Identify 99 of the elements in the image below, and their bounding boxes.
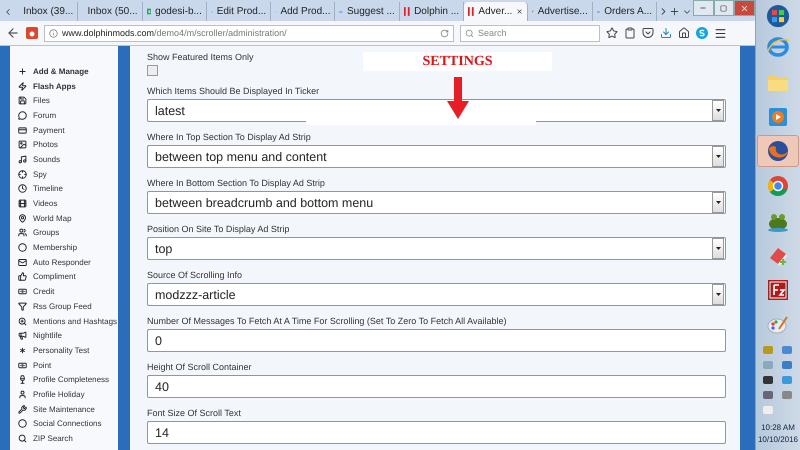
search-icon xyxy=(465,28,474,38)
star-icon[interactable] xyxy=(606,27,618,39)
sidebar-item[interactable]: Flash Apps xyxy=(18,78,118,94)
sidebar-item[interactable]: ZIP Search xyxy=(18,431,118,446)
field-label: Show Featured Items Only xyxy=(147,52,254,62)
field-label: Where In Top Section To Display Ad Strip xyxy=(147,132,311,142)
search-field[interactable]: Search xyxy=(460,24,600,42)
maximize-icon xyxy=(720,4,728,12)
card-icon xyxy=(18,126,27,135)
clipboard-icon[interactable] xyxy=(624,27,636,39)
clock-date[interactable]: 10/10/2016 xyxy=(758,435,798,444)
maximize-button[interactable] xyxy=(714,0,734,16)
input-field[interactable]: 0 xyxy=(147,329,726,352)
banknote-icon xyxy=(18,360,27,370)
input-field[interactable]: 14 xyxy=(147,421,726,444)
circle-icon xyxy=(18,419,27,428)
people-icon xyxy=(18,228,27,238)
browser-tab[interactable]: Adver... xyxy=(464,2,528,21)
download-icon[interactable] xyxy=(660,27,672,39)
fox-globe-icon xyxy=(766,139,790,164)
sidebar-item[interactable]: Videos xyxy=(18,196,118,211)
sidebar-item[interactable]: World Map xyxy=(18,210,118,226)
field-label: Where In Bottom Section To Display Ad Strip xyxy=(147,178,325,188)
field-label: Height Of Scroll Container xyxy=(147,362,252,372)
fz-tile-icon xyxy=(766,278,790,302)
music-note-icon xyxy=(18,154,27,164)
film-icon xyxy=(18,199,27,208)
menu-icon[interactable] xyxy=(714,26,727,40)
magnifier-icon xyxy=(18,316,27,326)
sidebar-item[interactable]: Personality Test xyxy=(18,343,118,358)
floppy-icon xyxy=(18,96,27,106)
field-label: Which Items Should Be Displayed In Ticker xyxy=(147,86,320,96)
thumbs-up-icon xyxy=(18,272,27,282)
pin-icon xyxy=(18,214,27,223)
sidebar-item[interactable]: Forum xyxy=(18,108,118,123)
back-button[interactable] xyxy=(6,26,20,40)
filter-icon xyxy=(18,302,27,311)
e-letter-icon xyxy=(766,35,790,60)
start-orb-icon[interactable] xyxy=(765,4,791,28)
banknote-icon xyxy=(18,287,27,296)
sidebar-item[interactable]: Site Maintenance xyxy=(18,402,118,416)
chrome-circle-icon xyxy=(766,174,790,198)
image-icon xyxy=(18,140,27,150)
sidebar-item[interactable]: Sounds xyxy=(18,152,118,167)
sidebar-item[interactable]: Payment xyxy=(18,122,118,138)
checkbox[interactable] xyxy=(147,65,158,76)
select-field[interactable]: modzzz-article xyxy=(147,283,726,306)
input-field[interactable]: 40 xyxy=(147,375,726,398)
address-bar[interactable]: www.dolphinmods.com/demo4/m/scroller/administration/ xyxy=(44,24,454,42)
field-label: Font Size Of Scroll Text xyxy=(147,408,241,418)
field-label: Position On Site To Display Ad Strip xyxy=(147,224,290,234)
s-circle-icon[interactable] xyxy=(696,27,708,39)
sidebar-item[interactable]: Mentions and Hashtags xyxy=(18,314,118,328)
crosshair-icon xyxy=(18,170,27,179)
select-field[interactable]: between top menu and content xyxy=(147,145,726,168)
circle-icon xyxy=(18,243,27,252)
clock-time[interactable]: 10:28 AM xyxy=(761,423,795,432)
close-icon xyxy=(740,4,750,12)
sidebar-item[interactable]: Photos xyxy=(18,137,118,152)
sidebar-item[interactable]: Point xyxy=(18,358,118,372)
reload-icon[interactable] xyxy=(440,28,449,38)
speech-bubble-icon xyxy=(18,110,27,120)
close-window-button[interactable] xyxy=(734,0,755,16)
megaphone-icon xyxy=(18,331,27,340)
asterisk-icon xyxy=(18,346,27,355)
field-label: Source Of Scrolling Info xyxy=(147,270,242,280)
taskbar-app[interactable] xyxy=(757,135,799,168)
sidebar-item[interactable]: Nightlife xyxy=(18,328,118,344)
spreadsheet-icon xyxy=(146,6,152,17)
sidebar-item[interactable]: Groups xyxy=(18,226,118,240)
sidebar-item[interactable]: Credit xyxy=(18,284,118,299)
sidebar-item[interactable]: Social Connections xyxy=(18,416,118,432)
select-field[interactable]: between breadcrumb and bottom menu xyxy=(147,191,726,214)
close-icon[interactable] xyxy=(516,7,524,16)
sidebar-item[interactable]: Files xyxy=(18,93,118,108)
home-icon[interactable] xyxy=(678,27,690,39)
sidebar-item[interactable]: Compliment xyxy=(18,270,118,284)
sidebar-item[interactable]: Rss Group Feed xyxy=(18,299,118,314)
lightning-icon xyxy=(18,82,27,91)
select-field[interactable]: top xyxy=(147,237,726,260)
plus-icon xyxy=(18,66,27,76)
sidebar-item[interactable]: Membership xyxy=(18,240,118,255)
sidebar-item[interactable]: Add & Manage xyxy=(18,64,118,79)
sidebar-item[interactable]: Timeline xyxy=(18,182,118,196)
settings-banner: SETTINGS xyxy=(363,52,552,71)
wrench-icon xyxy=(18,404,27,414)
glass-icon xyxy=(18,375,27,384)
sidebar-item[interactable]: Profile Holiday xyxy=(18,387,118,402)
pocket-icon[interactable] xyxy=(642,27,654,39)
sidebar-item[interactable]: Spy xyxy=(18,166,118,182)
camera-icon[interactable] xyxy=(26,27,38,39)
info-icon[interactable] xyxy=(49,28,58,38)
field-label: Number Of Messages To Fetch At A Time For Scrolling (Set To Zero To Fetch All Available) xyxy=(147,316,506,326)
sidebar-item[interactable]: Auto Responder xyxy=(18,254,118,270)
search-icon xyxy=(18,434,27,444)
url-text: www.dolphinmods.com/demo4/m/scroller/administration/ xyxy=(62,28,287,38)
clock-icon xyxy=(18,184,27,194)
sidebar-item[interactable]: Profile Completeness xyxy=(18,372,118,388)
down-arrow-icon xyxy=(446,77,468,119)
